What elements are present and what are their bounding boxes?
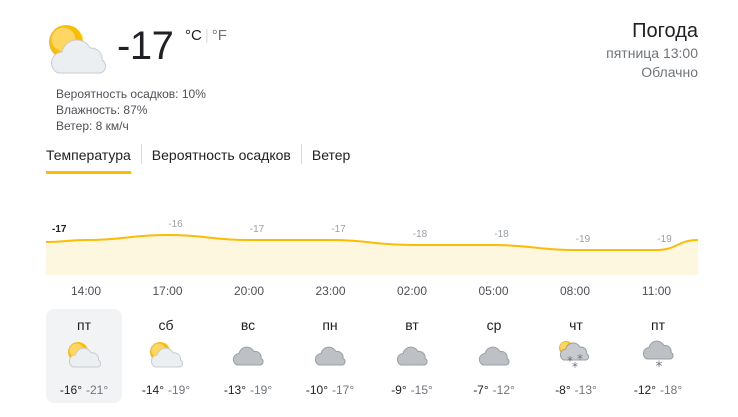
day-name: ср [486, 317, 502, 333]
tab-divider [140, 144, 142, 164]
day-temperatures: -10° -17° [292, 383, 368, 397]
svg-text:*: * [656, 359, 663, 373]
day-low-temp: -19° [250, 383, 273, 397]
chart-data-label: -18 [413, 229, 428, 240]
partly-cloudy-icon [49, 25, 106, 74]
day-high-temp: -9° [391, 383, 407, 397]
day-low-temp: -13° [574, 383, 597, 397]
tab-precipitation[interactable]: Вероятность осадков [152, 144, 291, 171]
condition-text: Облачно [641, 64, 698, 80]
unit-celsius[interactable]: °C [185, 27, 202, 44]
chart-data-label: -16 [168, 219, 183, 230]
tab-temperature[interactable]: Температура [46, 144, 131, 174]
chart-time-label: 11:00 [641, 284, 672, 298]
day-low-temp: -15° [410, 383, 433, 397]
forecast-day[interactable]: вт -9° -15° [374, 309, 450, 403]
chart-data-label: -17 [250, 224, 265, 235]
day-low-temp: -17° [332, 383, 355, 397]
chart-time-label: 14:00 [70, 284, 102, 298]
day-temperatures: -13° -19° [210, 383, 286, 397]
page-title: Погода [632, 20, 698, 42]
day-low-temp: -12° [492, 383, 515, 397]
snow-cloud-icon: * [642, 340, 674, 373]
weather-header: Погода пятница 13:00 Облачно [606, 18, 698, 82]
day-high-temp: -7° [473, 383, 489, 397]
cloud-icon [232, 346, 264, 366]
chart-time-label: 17:00 [152, 284, 183, 298]
day-name: пт [77, 317, 91, 333]
unit-toggle: °C | °F [185, 27, 227, 44]
day-low-temp: -18° [660, 383, 683, 397]
day-name: пт [651, 317, 665, 333]
day-high-temp: -8° [555, 383, 571, 397]
tab-wind[interactable]: Ветер [312, 144, 351, 171]
day-high-temp: -14° [141, 383, 164, 397]
weather-details: Вероятность осадков: 10% Влажность: 87% … [56, 86, 206, 134]
day-name: сб [158, 317, 174, 333]
chart-time-label: 08:00 [559, 284, 591, 298]
chart-tabs: Температура Вероятность осадков Ветер [46, 144, 350, 174]
day-low-temp: -19° [168, 383, 191, 397]
cloud-icon [478, 346, 510, 366]
day-high-temp: -16° [59, 383, 82, 397]
day-temperatures: -14° -19° [128, 383, 204, 397]
day-high-temp: -12° [633, 383, 656, 397]
chart-time-label: 23:00 [315, 284, 346, 298]
forecast-day[interactable]: пн -10° -17° [292, 309, 368, 403]
tab-divider [300, 144, 302, 164]
daily-forecast: пт -16° -21° сб -14° -19° вс -13° -19° пн -10° -17°… [46, 309, 698, 403]
day-temperatures: -7° -12° [456, 383, 532, 397]
day-temperatures: -8° -13° [538, 383, 614, 397]
forecast-day[interactable]: сб -14° -19° [128, 309, 204, 403]
day-temperatures: -12° -18° [620, 383, 696, 397]
unit-separator: | [204, 27, 209, 44]
day-name: чт [569, 317, 583, 333]
forecast-day[interactable]: ср -7° -12° [456, 309, 532, 403]
wind: Ветер: 8 км/ч [56, 119, 129, 133]
chart-data-label: -17 [331, 224, 346, 235]
temperature-chart: -17 -16 -17 -17 -18 -18 -19 -19 [46, 219, 698, 275]
chart-data-label: -18 [494, 229, 509, 240]
chart-data-label: -19 [657, 234, 672, 245]
snow-partly-cloudy-icon: * ** [559, 341, 590, 373]
svg-text:*: * [572, 360, 578, 373]
day-high-temp: -13° [223, 383, 246, 397]
forecast-day[interactable]: чт * * * -8° -13° [538, 309, 614, 403]
humidity: Влажность: 87% [56, 103, 148, 117]
current-temperature: -17 [117, 24, 174, 68]
precipitation-chance: Вероятность осадков: 10% [56, 87, 206, 101]
day-name: пн [322, 317, 338, 333]
partly-cloudy-icon [150, 342, 184, 368]
chart-time-label: 20:00 [233, 284, 265, 298]
day-temperatures: -9° -15° [374, 383, 450, 397]
chart-data-label: -17 [52, 224, 67, 235]
day-low-temp: -21° [86, 383, 109, 397]
day-temperatures: -16° -21° [46, 383, 122, 397]
unit-fahrenheit[interactable]: °F [212, 27, 227, 44]
partly-cloudy-icon [68, 342, 102, 368]
cloud-icon [314, 346, 346, 366]
day-name: вт [405, 317, 419, 333]
day-high-temp: -10° [305, 383, 328, 397]
date-time: пятница 13:00 [606, 45, 698, 61]
forecast-day[interactable]: пт * -12° -18° [620, 309, 696, 403]
forecast-day[interactable]: пт -16° -21° [46, 309, 122, 403]
chart-area [46, 235, 698, 275]
chart-time-label: 02:00 [396, 284, 428, 298]
forecast-day[interactable]: вс -13° -19° [210, 309, 286, 403]
chart-x-axis: 14:00 17:00 20:00 23:00 02:00 05:00 08:00 11:00 [46, 284, 698, 300]
chart-time-label: 05:00 [478, 284, 509, 298]
day-name: вс [240, 317, 256, 333]
cloud-icon [396, 346, 428, 366]
chart-data-label: -19 [576, 234, 591, 245]
